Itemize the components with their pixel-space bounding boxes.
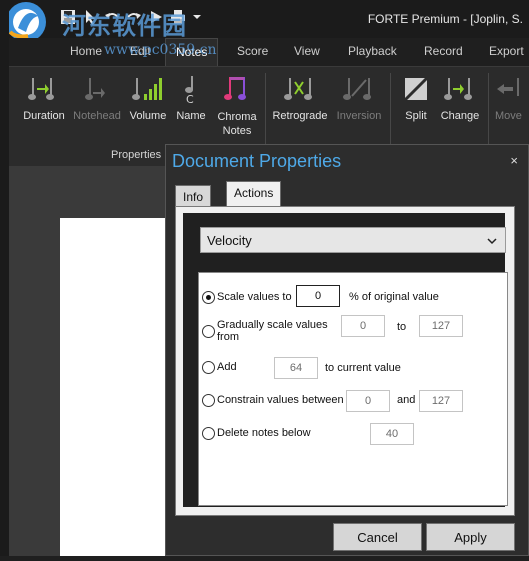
actions-panel: Velocity Scale values to 0 % of original… [175, 206, 515, 516]
duration-button[interactable]: Duration [20, 73, 68, 122]
delete-value-input[interactable]: 40 [370, 423, 414, 445]
dropdown-chevron-icon[interactable] [192, 9, 210, 25]
retrograde-label: Retrograde [272, 110, 328, 122]
constrain-and-label: and [397, 394, 416, 406]
tab-record[interactable]: Record [424, 44, 463, 58]
dialog-tabs: Info Actions [175, 181, 521, 207]
volume-label: Volume [129, 110, 167, 122]
svg-text:C: C [186, 93, 194, 104]
chroma-notes-icon [213, 73, 261, 105]
tab-actions[interactable]: Actions [226, 181, 282, 207]
gradual-to-input[interactable]: 127 [419, 315, 463, 337]
group-label-properties: Properties [111, 149, 162, 161]
retrograde-icon [268, 73, 332, 105]
inversion-button[interactable]: Inversion [331, 73, 387, 122]
inversion-icon [331, 73, 387, 105]
ribbon-separator [265, 73, 266, 153]
split-icon [397, 73, 435, 105]
chevron-down-icon [487, 234, 497, 245]
window-title: FORTE Premium - [Joplin, S. [367, 12, 523, 26]
change-button[interactable]: Change [437, 73, 483, 122]
add-suffix: to current value [325, 362, 401, 374]
constrain-min-input[interactable]: 0 [346, 390, 390, 412]
split-button[interactable]: Split [397, 73, 435, 122]
tab-score[interactable]: Score [237, 44, 268, 58]
radio-delete[interactable] [202, 427, 215, 440]
inversion-label: Inversion [336, 110, 382, 122]
actions-inner-frame: Velocity Scale values to 0 % of original… [183, 213, 508, 507]
title-bar: 河东软件园 FORTE Premium - [Joplin, S. [0, 0, 529, 42]
add-value-input[interactable]: 64 [274, 357, 318, 379]
radio-constrain[interactable] [202, 394, 215, 407]
split-label: Split [405, 110, 427, 122]
left-edge-bar [0, 0, 9, 556]
score-page [60, 218, 170, 556]
chroma-notes-label: Chroma Notes [217, 111, 257, 137]
name-label: Name [176, 110, 206, 122]
ribbon-separator [390, 73, 391, 153]
gradual-label: Gradually scale values from [217, 319, 328, 343]
property-select[interactable]: Velocity [200, 227, 506, 253]
gradual-from-input[interactable]: 0 [341, 315, 385, 337]
move-label: Move [495, 110, 522, 122]
change-label: Change [440, 110, 480, 122]
change-icon [437, 73, 483, 105]
move-icon [495, 73, 529, 105]
constrain-max-input[interactable]: 127 [419, 390, 463, 412]
notehead-button[interactable]: Notehead [71, 73, 123, 122]
tab-export[interactable]: Export [489, 44, 524, 58]
scale-label: Scale values to [217, 291, 292, 303]
options-group: Scale values to 0 % of original value Gr… [198, 272, 508, 506]
radio-gradual[interactable] [202, 325, 215, 338]
cancel-button[interactable]: Cancel [333, 523, 422, 551]
property-select-value: Velocity [207, 233, 252, 248]
retrograde-button[interactable]: Retrograde [268, 73, 332, 122]
tab-info[interactable]: Info [175, 185, 212, 207]
dialog-title: Document Properties [172, 151, 342, 171]
note-name-icon: C [173, 73, 209, 105]
duration-label: Duration [23, 110, 65, 122]
chroma-notes-button[interactable]: Chroma Notes [213, 73, 261, 138]
notehead-label: Notehead [73, 110, 121, 122]
ribbon-separator [488, 73, 489, 153]
note-duration-icon [20, 73, 68, 105]
close-icon[interactable]: × [510, 153, 518, 168]
radio-scale[interactable] [202, 291, 215, 304]
move-button[interactable]: Move [495, 73, 529, 122]
name-button[interactable]: C Name [173, 73, 209, 122]
watermark-text: 河东软件园 [62, 12, 187, 40]
scale-value-input[interactable]: 0 [296, 285, 340, 307]
volume-button[interactable]: Volume [126, 73, 170, 122]
add-label: Add [217, 361, 237, 373]
gradual-to-label: to [397, 321, 407, 333]
volume-bars-icon [126, 73, 170, 105]
watermark-url: www.pc0359.cn [104, 42, 217, 58]
document-properties-dialog: Document Properties × Info Actions Veloc… [165, 144, 529, 556]
scale-suffix: % of original value [349, 291, 439, 303]
constrain-label: Constrain values between [217, 394, 344, 406]
radio-add[interactable] [202, 361, 215, 374]
delete-label: Delete notes below [217, 427, 311, 439]
apply-button[interactable]: Apply [426, 523, 515, 551]
tab-view[interactable]: View [294, 44, 320, 58]
notehead-icon [71, 73, 123, 105]
tab-home[interactable]: Home [70, 44, 102, 58]
ribbon-tabs: Home Edit Notes Score View Playback Reco… [0, 38, 529, 66]
tab-playback[interactable]: Playback [348, 44, 397, 58]
